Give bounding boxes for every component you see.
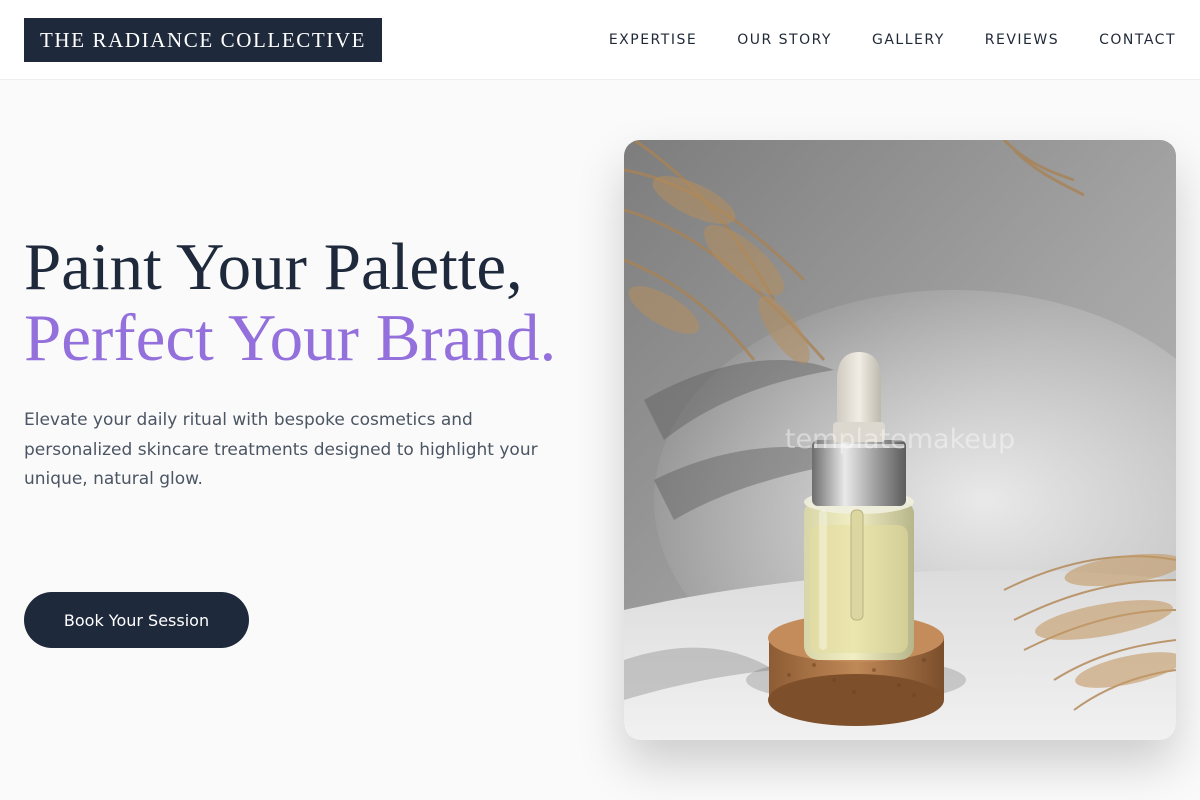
site-logo[interactable]: THE RADIANCE COLLECTIVE bbox=[24, 18, 383, 62]
book-session-button[interactable]: Book Your Session bbox=[24, 592, 249, 648]
hero-headline: Paint Your Palette, Perfect Your Brand. bbox=[24, 232, 584, 374]
site-header: THE RADIANCE COLLECTIVE EXPERTISE OUR ST… bbox=[0, 0, 1200, 80]
hero-image: templatemakeup bbox=[624, 140, 1176, 740]
hero-subtitle: Elevate your daily ritual with bespoke c… bbox=[24, 410, 538, 489]
serum-bottle-illustration bbox=[624, 140, 1176, 740]
main-nav: EXPERTISE OUR STORY GALLERY REVIEWS CONT… bbox=[569, 0, 1176, 80]
nav-item-our-story[interactable]: OUR STORY bbox=[737, 32, 832, 48]
nav-item-contact[interactable]: CONTACT bbox=[1099, 32, 1176, 48]
nav-item-reviews[interactable]: REVIEWS bbox=[985, 32, 1059, 48]
hero-section: Paint Your Palette, Perfect Your Brand. … bbox=[24, 232, 584, 495]
headline-line-1: Paint Your Palette, bbox=[24, 230, 523, 304]
headline-accent: Perfect Your Brand. bbox=[24, 301, 557, 375]
nav-item-gallery[interactable]: GALLERY bbox=[872, 32, 945, 48]
nav-item-expertise[interactable]: EXPERTISE bbox=[609, 32, 697, 48]
